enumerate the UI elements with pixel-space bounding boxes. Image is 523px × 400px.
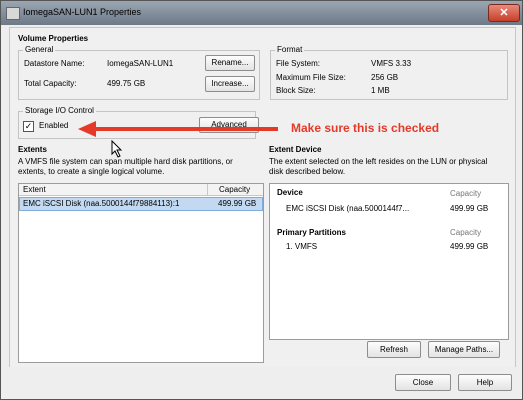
file-system-label: File System:: [276, 59, 321, 68]
total-capacity-value: 499.75 GB: [107, 79, 146, 88]
total-capacity-label: Total Capacity:: [24, 79, 77, 88]
enabled-checkbox[interactable]: ✓: [23, 121, 34, 132]
extents-heading: Extents: [18, 145, 47, 154]
primary-partitions-heading: Primary Partitions: [277, 228, 346, 237]
close-button[interactable]: Close: [395, 374, 451, 391]
partition-capacity: 499.99 GB: [450, 242, 489, 251]
general-group: General Datastore Name: IomegaSAN-LUN1 T…: [18, 45, 260, 100]
block-size-label: Block Size:: [276, 86, 316, 95]
volume-properties-heading: Volume Properties: [18, 34, 89, 43]
extent-device-description: The extent selected on the left resides …: [269, 157, 488, 176]
close-icon: ✕: [499, 7, 509, 19]
annotation-arrow: [78, 121, 278, 137]
partitions-capacity-heading: Capacity: [450, 228, 482, 237]
format-heading: Format: [275, 45, 305, 54]
extent-column-header[interactable]: Extent: [23, 185, 46, 194]
extent-cell: EMC iSCSI Disk (naa.5000144f79884113):1: [23, 199, 180, 208]
datastore-name-label: Datastore Name:: [24, 59, 85, 68]
extents-table[interactable]: Extent Capacity EMC iSCSI Disk (naa.5000…: [18, 183, 264, 363]
partition-name: 1. VMFS: [286, 242, 318, 251]
manage-paths-button[interactable]: Manage Paths...: [428, 341, 500, 358]
annotation-text: Make sure this is checked: [291, 121, 440, 135]
extents-table-header: Extent Capacity: [19, 184, 263, 196]
table-row[interactable]: EMC iSCSI Disk (naa.5000144f79884113):1 …: [19, 197, 263, 211]
refresh-button[interactable]: Refresh: [367, 341, 421, 358]
datastore-name-value: IomegaSAN-LUN1: [107, 59, 174, 68]
device-capacity-heading: Capacity: [450, 189, 482, 198]
rename-button[interactable]: Rename...: [205, 55, 255, 71]
mouse-cursor-icon: [111, 140, 123, 158]
device-capacity: 499.99 GB: [450, 204, 489, 213]
properties-window: IomegaSAN-LUN1 Properties ✕ Volume Prope…: [0, 0, 523, 400]
format-group: Format File System: VMFS 3.33 Maximum Fi…: [270, 45, 508, 100]
capacity-cell: 499.99 GB: [218, 199, 257, 208]
checkmark-icon: ✓: [24, 121, 33, 131]
dialog-footer: Close Help: [1, 367, 522, 399]
max-file-size-value: 256 GB: [371, 73, 399, 82]
storage-io-control-heading: Storage I/O Control: [23, 106, 96, 115]
device-heading: Device: [277, 188, 303, 197]
extents-description: A VMFS file system can span multiple har…: [18, 157, 233, 176]
column-divider: [207, 184, 208, 195]
title-bar: IomegaSAN-LUN1 Properties ✕: [1, 1, 522, 25]
enabled-label: Enabled: [39, 121, 69, 130]
increase-button[interactable]: Increase...: [205, 76, 255, 92]
max-file-size-label: Maximum File Size:: [276, 73, 346, 82]
file-system-value: VMFS 3.33: [371, 59, 412, 68]
window-title: IomegaSAN-LUN1 Properties: [23, 7, 142, 17]
device-name: EMC iSCSI Disk (naa.5000144f7...: [286, 204, 410, 213]
window-icon: [6, 7, 20, 20]
extent-device-heading: Extent Device: [269, 145, 322, 154]
main-content: Volume Properties General Datastore Name…: [9, 27, 516, 368]
general-heading: General: [23, 45, 56, 54]
help-button[interactable]: Help: [458, 374, 512, 391]
extent-device-panel: Device Capacity EMC iSCSI Disk (naa.5000…: [269, 183, 509, 340]
block-size-value: 1 MB: [371, 86, 390, 95]
capacity-column-header[interactable]: Capacity: [219, 185, 250, 194]
window-close-button[interactable]: ✕: [488, 4, 520, 22]
